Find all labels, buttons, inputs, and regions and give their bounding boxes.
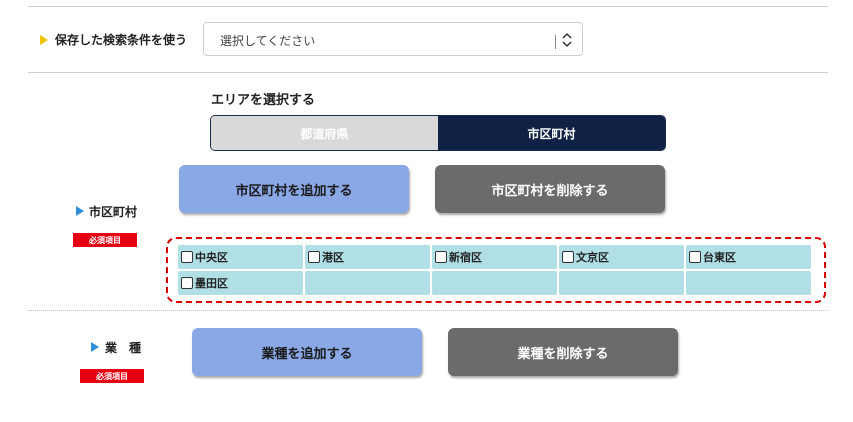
arrow-icon [40, 35, 48, 45]
municipality-name: 墨田区 [195, 277, 228, 290]
industry-label: 業 種 [105, 341, 142, 355]
municipality-grid: 中央区 港区 新宿区 文京区 台東区 墨田区 [178, 245, 812, 295]
saved-search-label: 保存した検索条件を使う [55, 33, 188, 47]
empty-cell [432, 271, 557, 295]
add-industry-button[interactable]: 業種を追加する [192, 328, 422, 376]
municipality-item[interactable]: 台東区 [686, 245, 811, 269]
checkbox[interactable] [689, 251, 701, 263]
saved-search-select-value: 選択してください [220, 34, 316, 48]
saved-search-select[interactable]: 選択してください [203, 22, 583, 56]
checkbox[interactable] [181, 277, 193, 289]
empty-cell [305, 271, 430, 295]
area-option-prefecture[interactable]: 都道府県 [211, 116, 438, 150]
checkbox[interactable] [308, 251, 320, 263]
checkbox[interactable] [435, 251, 447, 263]
chevron-updown-icon [562, 32, 572, 48]
checkbox[interactable] [562, 251, 574, 263]
municipality-item[interactable]: 中央区 [178, 245, 303, 269]
municipality-label: 市区町村 [89, 205, 138, 219]
municipality-item[interactable]: 墨田区 [178, 271, 303, 295]
remove-municipality-button[interactable]: 市区町村を削除する [435, 165, 665, 213]
municipality-item[interactable]: 新宿区 [432, 245, 557, 269]
municipality-name: 港区 [322, 251, 344, 264]
municipality-name: 文京区 [576, 251, 609, 264]
municipality-name: 台東区 [703, 251, 736, 264]
empty-cell [686, 271, 811, 295]
arrow-icon [91, 342, 99, 352]
required-badge: 必須項目 [73, 233, 137, 247]
remove-industry-button[interactable]: 業種を削除する [448, 328, 678, 376]
municipality-name: 新宿区 [449, 251, 482, 264]
municipality-item[interactable]: 港区 [305, 245, 430, 269]
municipality-name: 中央区 [195, 251, 228, 264]
checkbox[interactable] [181, 251, 193, 263]
arrow-icon [76, 206, 84, 216]
area-option-municipality[interactable]: 市区町村 [438, 116, 665, 150]
empty-cell [559, 271, 684, 295]
select-divider [555, 35, 556, 49]
area-toggle: 都道府県 市区町村 [210, 115, 666, 151]
section-divider [28, 72, 828, 73]
top-divider [28, 6, 828, 7]
add-municipality-button[interactable]: 市区町村を追加する [179, 165, 409, 213]
dotted-divider [28, 310, 828, 311]
municipality-item[interactable]: 文京区 [559, 245, 684, 269]
required-badge: 必須項目 [80, 369, 144, 383]
area-title: エリアを選択する [211, 93, 316, 108]
